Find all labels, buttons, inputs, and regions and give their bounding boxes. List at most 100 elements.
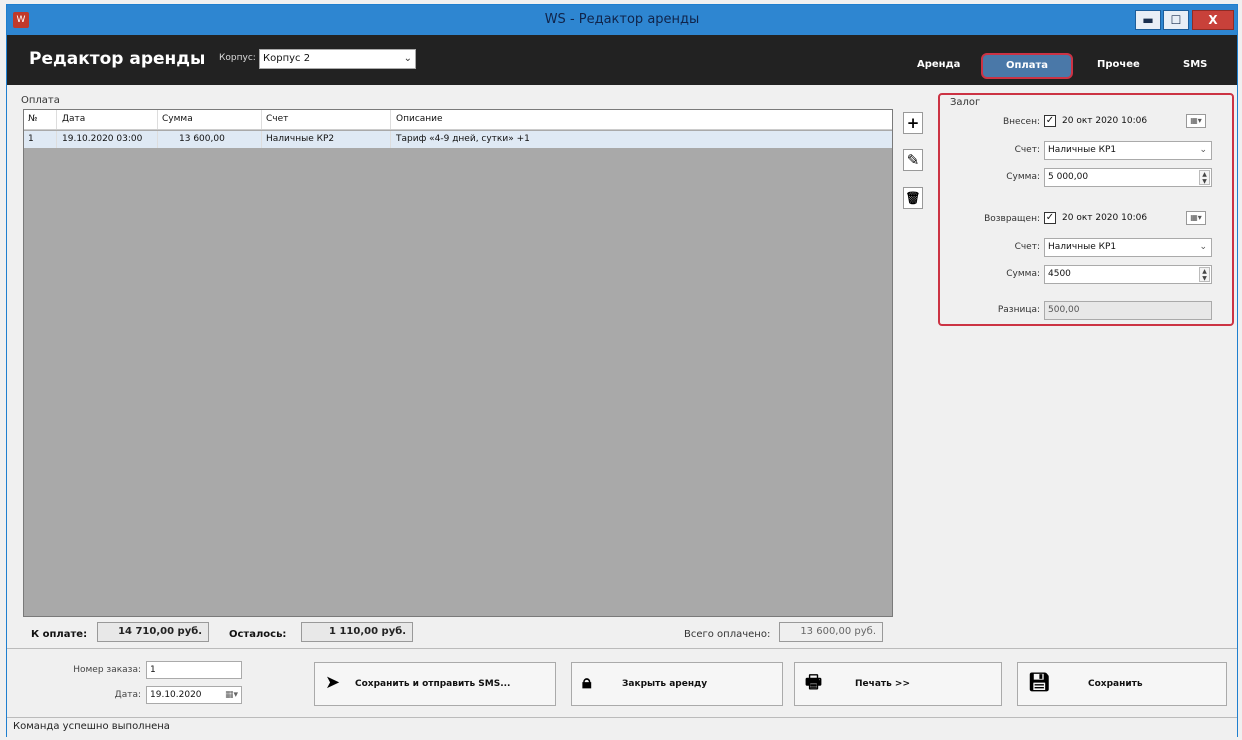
minimize-button[interactable]: ▬ <box>1135 10 1161 30</box>
order-number-input[interactable]: 1 <box>146 661 242 679</box>
returned-account-select[interactable]: Наличные КР1 ⌄ <box>1044 238 1212 257</box>
row-sum: 13 600,00 <box>179 134 225 144</box>
plus-icon: + <box>906 114 920 132</box>
tab-other[interactable]: Прочее <box>1097 59 1140 70</box>
column-divider <box>157 110 158 129</box>
close-button[interactable]: X <box>1192 10 1234 30</box>
title-bar[interactable]: W WS - Редактор аренды ▬ ☐ X <box>7 5 1237 35</box>
save-and-send-sms-label: Сохранить и отправить SMS... <box>355 679 511 689</box>
status-bar: Команда успешно выполнена <box>7 717 1237 737</box>
page-title: Редактор аренды <box>29 49 206 69</box>
returned-sum-spinner[interactable]: ▲ ▼ <box>1199 267 1210 282</box>
column-divider <box>261 131 262 148</box>
save-and-send-sms-button[interactable]: ➤ Сохранить и отправить SMS... <box>314 662 556 706</box>
deposit-panel: Залог Внесен: ✓ 20 окт 2020 10:06 ▦▾ Сче… <box>938 93 1234 326</box>
footer-divider <box>7 648 1237 649</box>
app-window: W WS - Редактор аренды ▬ ☐ X Редактор ар… <box>6 4 1238 737</box>
returned-sum-input[interactable]: 4500 ▲ ▼ <box>1044 265 1212 284</box>
column-divider <box>56 110 57 129</box>
deposited-label: Внесен: <box>1003 117 1040 127</box>
calendar-icon: ▦▾ <box>1190 213 1202 222</box>
order-number-label: Номер заказа: <box>73 665 141 675</box>
table-header: № Дата Сумма Счет Описание <box>24 110 892 130</box>
payment-group-label: Оплата <box>21 95 60 106</box>
column-divider <box>157 131 158 148</box>
close-rent-button[interactable]: 🔒︎ Закрыть аренду <box>571 662 783 706</box>
deposited-calendar-button[interactable]: ▦▾ <box>1186 114 1206 128</box>
corpus-select[interactable]: Корпус 2 ⌄ <box>259 49 416 69</box>
returned-calendar-button[interactable]: ▦▾ <box>1186 211 1206 225</box>
to-pay-value: 14 710,00 руб. <box>97 622 209 642</box>
trash-icon: 🗑 <box>905 191 921 205</box>
app-header: Редактор аренды Корпус: Корпус 2 ⌄ Аренд… <box>7 35 1237 85</box>
chevron-down-icon: ⌄ <box>403 53 412 64</box>
column-divider <box>56 131 57 148</box>
row-description: Тариф «4-9 дней, сутки» +1 <box>396 134 530 144</box>
checkmark-icon: ✓ <box>1045 212 1055 223</box>
column-divider <box>390 131 391 148</box>
column-divider <box>261 110 262 129</box>
row-number: 1 <box>28 134 34 144</box>
delete-payment-button[interactable]: 🗑 <box>903 187 923 209</box>
save-label: Сохранить <box>1088 679 1143 689</box>
tab-payment[interactable]: Оплата <box>981 53 1073 79</box>
returned-account-label: Счет: <box>1014 242 1040 252</box>
column-date[interactable]: Дата <box>62 114 85 124</box>
deposited-account-value: Наличные КР1 <box>1048 145 1117 155</box>
order-date-value: 19.10.2020 <box>150 690 202 700</box>
calendar-icon[interactable]: ▦▾ <box>225 687 238 703</box>
deposited-date[interactable]: 20 окт 2020 10:06 <box>1062 116 1147 126</box>
payment-table[interactable]: № Дата Сумма Счет Описание 1 19.10.2020 … <box>23 109 893 617</box>
close-rent-label: Закрыть аренду <box>622 679 708 689</box>
corpus-label: Корпус: <box>219 53 256 63</box>
corpus-value: Корпус 2 <box>263 53 311 64</box>
column-account[interactable]: Счет <box>266 114 288 124</box>
to-pay-label: К оплате: <box>31 629 88 640</box>
checkmark-icon: ✓ <box>1045 115 1055 126</box>
lock-icon: 🔒︎ <box>582 672 592 693</box>
table-row[interactable]: 1 19.10.2020 03:00 13 600,00 Наличные КР… <box>24 131 892 148</box>
total-paid-label: Всего оплачено: <box>684 629 771 640</box>
returned-sum-label: Сумма: <box>1006 269 1040 279</box>
calendar-icon: ▦▾ <box>1190 116 1202 125</box>
edit-payment-button[interactable]: ✎ <box>903 149 923 171</box>
printer-icon: 🖶 <box>805 672 822 693</box>
returned-date[interactable]: 20 окт 2020 10:06 <box>1062 213 1147 223</box>
deposited-sum-spinner[interactable]: ▲ ▼ <box>1199 170 1210 185</box>
deposited-checkbox[interactable]: ✓ <box>1044 115 1056 127</box>
deposit-group-label: Залог <box>950 97 981 108</box>
returned-account-value: Наличные КР1 <box>1048 242 1117 252</box>
pencil-icon: ✎ <box>906 151 920 169</box>
difference-field: 500,00 <box>1044 301 1212 320</box>
remaining-value: 1 110,00 руб. <box>301 622 413 642</box>
chevron-down-icon: ⌄ <box>1199 145 1207 155</box>
row-account: Наличные КР2 <box>266 134 335 144</box>
deposited-sum-value: 5 000,00 <box>1048 172 1089 182</box>
date-label: Дата: <box>114 690 141 700</box>
add-payment-button[interactable]: + <box>903 112 923 134</box>
tab-rent[interactable]: Аренда <box>917 59 960 70</box>
difference-label: Разница: <box>997 305 1040 315</box>
deposited-account-label: Счет: <box>1014 145 1040 155</box>
deposited-sum-input[interactable]: 5 000,00 ▲ ▼ <box>1044 168 1212 187</box>
floppy-disk-icon: 💾︎ <box>1028 672 1051 693</box>
column-number[interactable]: № <box>28 114 37 124</box>
column-divider <box>390 110 391 129</box>
maximize-button[interactable]: ☐ <box>1163 10 1189 30</box>
remaining-label: Осталось: <box>229 629 287 640</box>
column-sum[interactable]: Сумма <box>162 114 193 124</box>
save-button[interactable]: 💾︎ Сохранить <box>1017 662 1227 706</box>
total-paid-value: 13 600,00 руб. <box>779 622 883 642</box>
row-date: 19.10.2020 03:00 <box>62 134 143 144</box>
returned-sum-value: 4500 <box>1048 269 1071 279</box>
chevron-down-icon: ⌄ <box>1199 242 1207 252</box>
print-button[interactable]: 🖶 Печать >> <box>794 662 1002 706</box>
column-description[interactable]: Описание <box>396 114 443 124</box>
window-title: WS - Редактор аренды <box>544 12 700 27</box>
print-label: Печать >> <box>855 679 911 689</box>
returned-checkbox[interactable]: ✓ <box>1044 212 1056 224</box>
order-date-input[interactable]: 19.10.2020 ▦▾ <box>146 686 242 704</box>
returned-label: Возвращен: <box>984 214 1040 224</box>
deposited-account-select[interactable]: Наличные КР1 ⌄ <box>1044 141 1212 160</box>
tab-sms[interactable]: SMS <box>1183 59 1207 70</box>
